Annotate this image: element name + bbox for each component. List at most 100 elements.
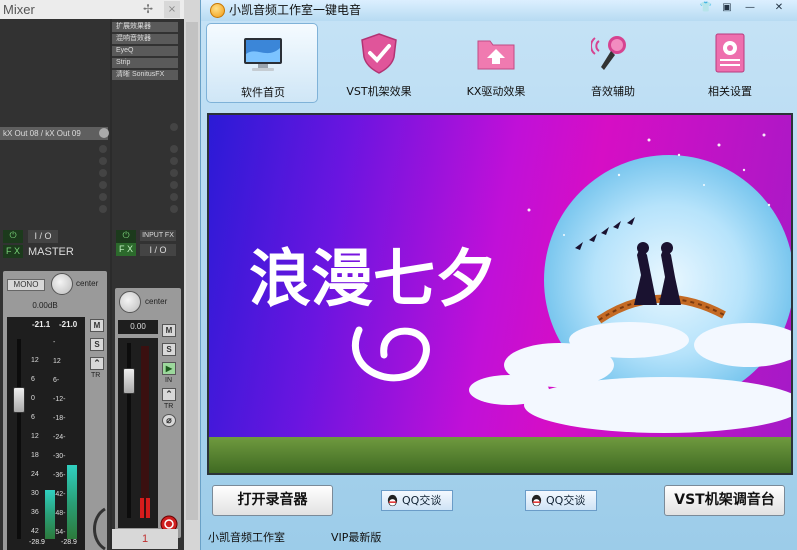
scale-tick: 12 [31, 433, 39, 440]
master-control-panel: MONO center 0.00dB M S ⌃ TR -21.1 -21.0 … [3, 271, 107, 550]
fx-slot[interactable]: 清晰 SonitusFX [112, 70, 178, 80]
scale-tick: - [53, 339, 56, 346]
fx-slot-empty[interactable] [170, 169, 178, 177]
status-studio: 小凯音频工作室 [208, 531, 285, 544]
mute-button[interactable]: M [90, 319, 104, 332]
qq-chat-label: QQ交谈 [546, 494, 586, 507]
channel-io-button[interactable]: I / O [140, 244, 176, 256]
master-fader[interactable] [13, 387, 25, 413]
fx-slot-empty[interactable] [170, 123, 178, 131]
bottom-bar: 打开录音器 QQ交谈 QQ交谈 VST机架调音台 小凯音频工作室 VIP最新版 [201, 478, 797, 550]
fx-slot-empty[interactable] [170, 205, 178, 213]
master-power-icon[interactable]: ⏻ [3, 230, 23, 243]
pin-icon[interactable]: ✢ [141, 0, 155, 19]
scale-tick: -30- [53, 453, 66, 460]
qq-chat-button[interactable]: QQ交谈 [525, 490, 597, 511]
fx-slot-empty[interactable] [99, 181, 107, 189]
routing-knob-icon[interactable] [99, 128, 109, 138]
fx-slot-empty[interactable] [99, 193, 107, 201]
nav-vst-effects[interactable]: VST机架效果 [323, 23, 435, 103]
app-logo-icon [210, 3, 225, 18]
channel-volume-readout: 0.00 [118, 320, 158, 334]
minimize-icon[interactable]: — [740, 0, 760, 16]
master-fx-button[interactable]: F X [3, 245, 23, 258]
qixi-banner: 浪漫七夕 [207, 113, 793, 475]
channel-meter-level-r [146, 498, 150, 518]
screen: Mixer ✢ × kX Out 08 / kX Out 09 ⏻ F X I … [0, 0, 797, 550]
channel-solo-button[interactable]: S [162, 343, 176, 356]
nav-home[interactable]: 软件首页 [206, 23, 318, 103]
scale-tick: -24- [53, 434, 66, 441]
channel-meter-area [118, 338, 158, 528]
scale-tick: 6 [31, 376, 35, 383]
record-arm-play-icon[interactable]: ▶ [162, 362, 176, 375]
channel-strip: 扩展效果器混响音效器 EyeQ Strip 清晰 SonitusFX ⏻ F X IN… [112, 19, 184, 550]
master-routing-select[interactable]: kX Out 08 / kX Out 09 [0, 127, 108, 140]
qq-chat-button[interactable]: QQ交谈 [381, 490, 453, 511]
input-fx-button[interactable]: INPUT FX [140, 230, 176, 241]
main-nav: 软件首页 VST机架效果 KX驱动效果 音效辅助 相关设置 [205, 21, 795, 104]
pan-knob[interactable] [51, 273, 73, 295]
channel-number[interactable]: 1 [112, 529, 178, 549]
close-icon[interactable]: ✕ [769, 0, 789, 16]
fx-slot-empty[interactable] [170, 157, 178, 165]
fader-track [17, 339, 21, 539]
solo-button[interactable]: S [90, 338, 104, 351]
fx-slot[interactable]: Strip [112, 58, 178, 68]
channel-fx-button[interactable]: F X [116, 243, 136, 256]
nav-label: 软件首页 [241, 86, 285, 99]
channel-trim-arrow-icon[interactable]: ⌃ [162, 388, 176, 401]
scale-tick: 36 [31, 509, 39, 516]
fx-slot-empty[interactable] [99, 205, 107, 213]
phase-invert-icon[interactable]: ⌀ [162, 414, 176, 427]
master-strip: kX Out 08 / kX Out 09 ⏻ F X I / O MASTER… [0, 19, 110, 550]
channel-mute-button[interactable]: M [162, 324, 176, 337]
scale-tick: 12 [53, 358, 61, 365]
mixer-window: Mixer ✢ × kX Out 08 / kX Out 09 ⏻ F X I … [0, 0, 200, 550]
fx-slot-empty[interactable] [170, 193, 178, 201]
fx-slot-empty[interactable] [170, 181, 178, 189]
fx-slot-empty[interactable] [99, 157, 107, 165]
close-icon[interactable]: × [164, 1, 180, 18]
app-window: 小凯音频工作室一键电音 👕 ▣ — ✕ 软件首页 VST机架效果 KX驱动效果 … [200, 0, 797, 550]
meter-peak-left: -28.9 [29, 539, 45, 546]
microphone-icon [591, 36, 626, 70]
trim-arrow-icon[interactable]: ⌃ [90, 357, 104, 370]
nav-sound-assist[interactable]: 音效辅助 [557, 23, 669, 103]
nav-label: KX驱动效果 [466, 85, 526, 98]
master-io-button[interactable]: I / O [28, 230, 58, 243]
shield-check-icon [361, 33, 397, 74]
scrollbar-thumb[interactable] [186, 22, 198, 520]
channel-fader[interactable] [123, 368, 135, 394]
meter-right [67, 464, 77, 539]
fx-slot-empty[interactable] [170, 145, 178, 153]
scale-tick: 42 [31, 528, 39, 535]
fx-slot[interactable]: 混响音效器 [112, 34, 178, 44]
monitor-icon [244, 38, 282, 71]
scale-tick: -18- [53, 415, 66, 422]
scale-tick: -12- [53, 396, 66, 403]
volume-readout: 0.00dB [32, 301, 58, 310]
trim-label: TR [91, 372, 101, 379]
nav-label: 音效辅助 [591, 85, 635, 98]
fx-slot-empty[interactable] [99, 169, 107, 177]
nav-settings[interactable]: 相关设置 [674, 23, 786, 103]
channel-pan-knob[interactable] [119, 291, 141, 313]
mono-button[interactable]: MONO [7, 279, 45, 291]
scale-tick: 0 [31, 395, 35, 402]
mixer-scrollbar[interactable] [184, 0, 200, 550]
channel-power-icon[interactable]: ⏻ [116, 230, 136, 243]
fx-slot-empty[interactable] [99, 145, 107, 153]
vst-console-button[interactable]: VST机架调音台 [664, 485, 785, 516]
scale-tick: 30 [31, 490, 39, 497]
scale-tick: 6 [31, 414, 35, 421]
open-recorder-button[interactable]: 打开录音器 [212, 485, 333, 516]
skin-icon[interactable]: 👕 [696, 0, 716, 16]
pan-label: center [76, 279, 99, 288]
fx-slot[interactable]: EyeQ [112, 46, 178, 56]
fx-slot[interactable]: 扩展效果器 [112, 22, 178, 32]
nav-kx-effects[interactable]: KX驱动效果 [440, 23, 552, 103]
channel-meter-level-l [140, 498, 144, 518]
menu-icon[interactable]: ▣ [717, 0, 737, 16]
nav-label: VST机架效果 [346, 85, 412, 98]
